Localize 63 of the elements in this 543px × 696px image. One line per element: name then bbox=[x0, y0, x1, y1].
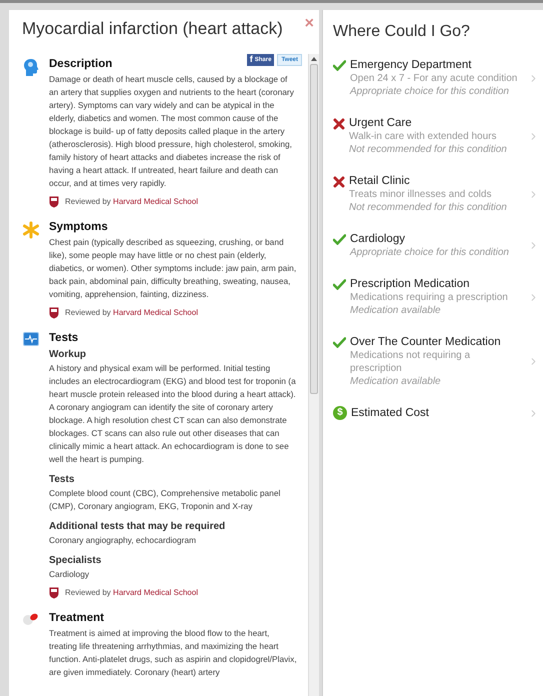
check-icon bbox=[333, 234, 346, 245]
section-text: Treatment is aimed at improving the blood flow to the heart, treating life threatening arrhythmias, and maximizing the heart function. Anti-platelet drugs, such as aspirin and clopidogrel/Plavix, are given immediately. Coronary (heart) artery bbox=[49, 627, 298, 679]
crest-icon bbox=[49, 196, 59, 208]
section-heading: Treatment bbox=[49, 611, 104, 626]
source-link[interactable]: Harvard Medical School bbox=[113, 197, 198, 206]
option-note: Not recommended for this condition bbox=[349, 201, 508, 214]
panel-title: Myocardial infarction (heart attack) bbox=[22, 18, 283, 40]
heartbeat-monitor-icon bbox=[23, 332, 39, 346]
option-name: Urgent Care bbox=[349, 116, 413, 130]
care-option[interactable]: Prescription Medication Medications requiring a prescription Medication available bbox=[333, 277, 539, 317]
option-name: Prescription Medication bbox=[350, 277, 471, 291]
check-icon bbox=[333, 60, 346, 71]
review-credit: Reviewed by Harvard Medical School bbox=[65, 587, 198, 599]
care-option[interactable]: Retail Clinic Treats minor illnesses and colds Not recommended for this condition bbox=[333, 174, 539, 214]
option-detail: Medications not requiring a prescription bbox=[350, 349, 472, 375]
check-icon bbox=[333, 279, 346, 290]
option-detail: Treats minor illnesses and colds bbox=[349, 188, 492, 201]
option-note: Not recommended for this condition bbox=[349, 143, 508, 156]
section-text: Complete blood count (CBC), Comprehensive metabolic panel (CMP), Coronary angiogram, EKG, Troponin and X-ray bbox=[49, 487, 282, 513]
section-heading: Symptoms bbox=[49, 220, 108, 235]
subsection-heading: Tests bbox=[49, 473, 76, 487]
section-text: A history and physical exam will be performed. Initial testing includes an electrocardiogram (EKG) and blood test for troponin (a heart muscle protein released into the blood during a heart attack). A coronary angiogram can identify the site of coronary artery blockage. A high resolution chest CT scan can also demonstrate blockages. CT scans can also rule out other diseases that can clinically mimic a heart attack. An echocardiogram is done to see well the heart is pumping. bbox=[49, 362, 297, 466]
care-option[interactable]: Emergency Department Open 24 x 7 - For any acute condition Appropriate choice for this condition bbox=[333, 58, 539, 98]
option-detail: Walk-in care with extended hours bbox=[349, 130, 498, 143]
option-name: Over The Counter Medication bbox=[350, 335, 502, 349]
section-heading: Tests bbox=[49, 331, 78, 346]
option-note: Appropriate choice for this condition bbox=[350, 85, 510, 98]
review-credit: Reviewed by Harvard Medical School bbox=[65, 307, 198, 319]
care-option[interactable]: $ Estimated Cost bbox=[333, 406, 539, 420]
pills-icon bbox=[22, 612, 40, 626]
review-credit: Reviewed by Harvard Medical School bbox=[65, 196, 198, 208]
section-text: Chest pain (typically described as squeezing, crushing, or band like), some people may have little or no chest pain (elderly, diabetics, or women). Other symptoms include: jaw pain, arm pain, back pain, abdominal pain, difficulty breathing, sweating, nausea, vomiting, apprehension, fainting, dizziness. bbox=[49, 236, 298, 301]
section-text: Cardiology bbox=[49, 568, 90, 581]
care-option[interactable]: Urgent Care Walk-in care with extended hours Not recommended for this condition bbox=[333, 116, 539, 156]
subsection-heading: Additional tests that may be required bbox=[49, 520, 226, 534]
section-heading: Description bbox=[49, 57, 112, 72]
option-note: Appropriate choice for this condition bbox=[350, 246, 510, 259]
cross-icon bbox=[333, 176, 345, 188]
option-name: Retail Clinic bbox=[349, 174, 411, 188]
panel-title: Where Could I Go? bbox=[333, 22, 471, 42]
crest-icon bbox=[49, 307, 59, 319]
section-text: Coronary angiography, echocardiogram bbox=[49, 534, 197, 547]
option-note: Medication available bbox=[350, 375, 442, 388]
option-name: Estimated Cost bbox=[351, 406, 430, 420]
option-detail: Medications requiring a prescription bbox=[350, 291, 509, 304]
scroll-up-arrow-icon[interactable] bbox=[311, 57, 317, 61]
option-name: Cardiology bbox=[350, 232, 406, 246]
check-icon bbox=[333, 337, 346, 348]
option-detail: Open 24 x 7 - For any acute condition bbox=[350, 72, 518, 85]
cross-icon bbox=[333, 118, 345, 130]
dollar-icon: $ bbox=[333, 406, 347, 420]
head-icon bbox=[23, 58, 39, 78]
care-option[interactable]: Over The Counter Medication Medications not requiring a prescription Medication available bbox=[333, 335, 539, 388]
subsection-heading: Specialists bbox=[49, 554, 102, 568]
care-option[interactable]: Cardiology Appropriate choice for this condition bbox=[333, 232, 539, 259]
subsection-heading: Workup bbox=[49, 348, 88, 362]
asterisk-icon bbox=[22, 221, 40, 239]
crest-icon bbox=[49, 587, 59, 599]
source-link[interactable]: Harvard Medical School bbox=[113, 588, 198, 597]
source-link[interactable]: Harvard Medical School bbox=[113, 308, 198, 317]
section-text: Damage or death of heart muscle cells, caused by a blockage of an artery that supplies oxygen and nutrients to the heart (coronary artery). Symptoms can vary widely and can be atypical in the elderly, diabetics and women. The most common cause of the blockage is build- up of fatty deposits called plaque in the artery (atherosclerosis). High blood pressure, high cholesterol, smoking, family history of heart attacks and diabetes increase the risk of having a heart attack. If untreated, heart failure and death can occur, and at times very rapidly. bbox=[49, 73, 295, 190]
option-note: Medication available bbox=[350, 304, 442, 317]
option-name: Emergency Department bbox=[350, 58, 472, 72]
